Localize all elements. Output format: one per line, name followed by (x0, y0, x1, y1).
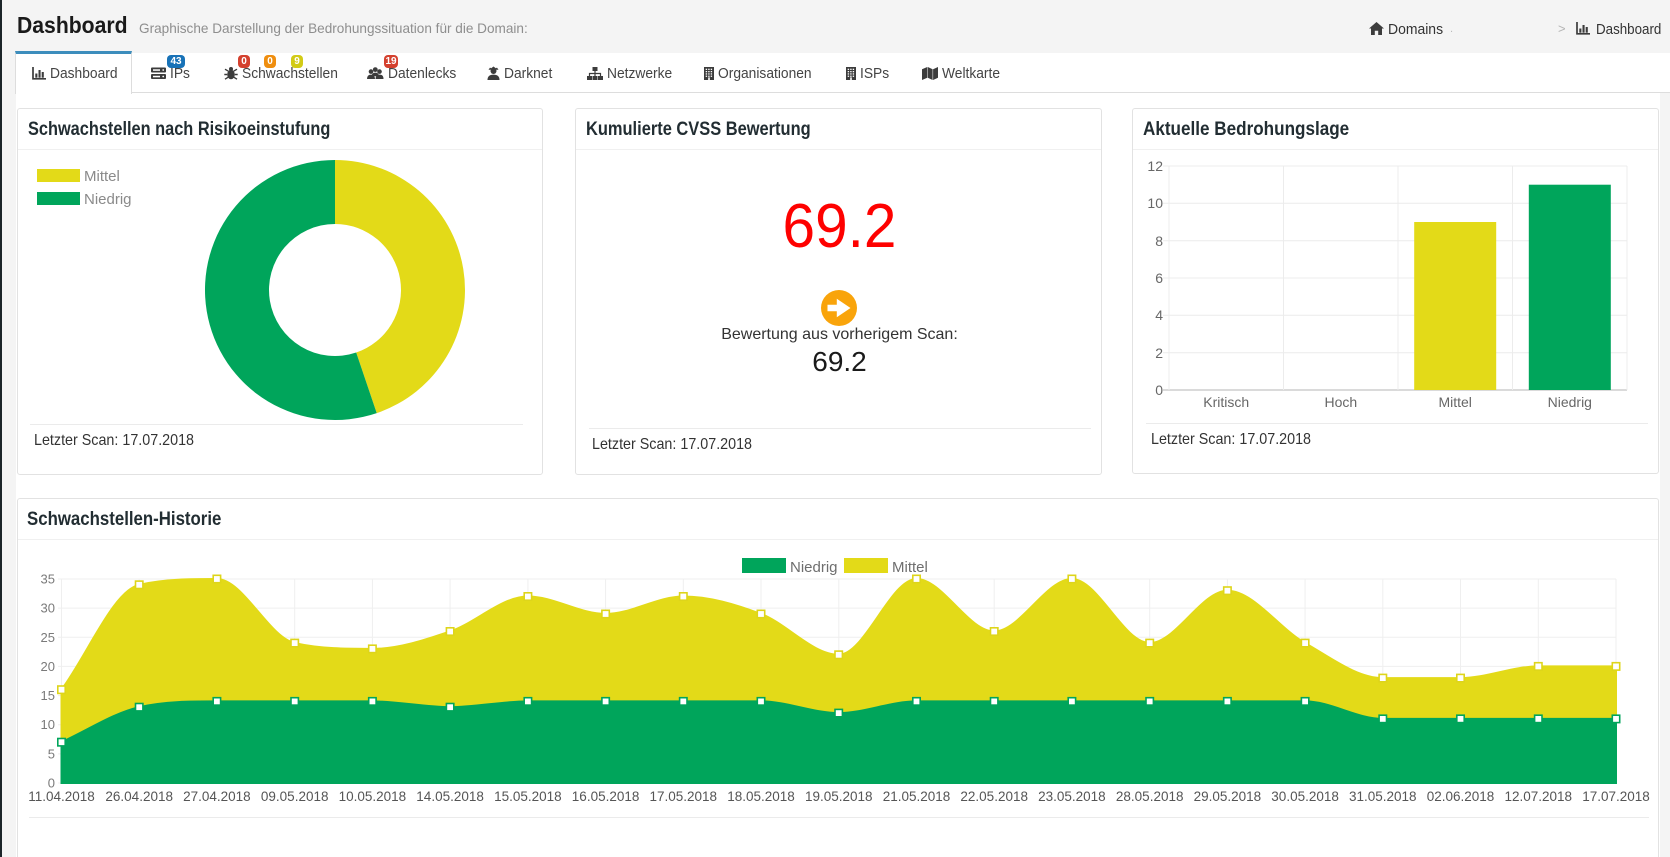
svg-text:22.05.2018: 22.05.2018 (960, 789, 1028, 804)
svg-text:30: 30 (41, 601, 55, 616)
svg-text:5: 5 (48, 746, 55, 761)
svg-text:6: 6 (1155, 270, 1163, 286)
svg-text:20: 20 (41, 659, 55, 674)
svg-text:10.05.2018: 10.05.2018 (339, 789, 407, 804)
svg-text:21.05.2018: 21.05.2018 (883, 789, 951, 804)
svg-text:02.06.2018: 02.06.2018 (1427, 789, 1495, 804)
svg-text:Mittel: Mittel (1438, 394, 1471, 410)
svg-text:4: 4 (1155, 307, 1163, 323)
svg-text:19.05.2018: 19.05.2018 (805, 789, 873, 804)
svg-text:09.05.2018: 09.05.2018 (261, 789, 329, 804)
svg-text:11.04.2018: 11.04.2018 (28, 789, 95, 804)
svg-text:18.05.2018: 18.05.2018 (727, 789, 795, 804)
svg-text:Kritisch: Kritisch (1203, 394, 1249, 410)
svg-text:Hoch: Hoch (1324, 394, 1357, 410)
svg-text:17.05.2018: 17.05.2018 (650, 789, 718, 804)
svg-text:14.05.2018: 14.05.2018 (416, 789, 484, 804)
svg-text:Niedrig: Niedrig (1548, 394, 1592, 410)
svg-text:15: 15 (41, 688, 55, 703)
svg-text:10: 10 (1147, 195, 1163, 211)
svg-text:15.05.2018: 15.05.2018 (494, 789, 562, 804)
svg-text:29.05.2018: 29.05.2018 (1194, 789, 1262, 804)
svg-text:27.04.2018: 27.04.2018 (183, 789, 251, 804)
svg-text:26.04.2018: 26.04.2018 (105, 789, 173, 804)
svg-text:2: 2 (1155, 345, 1163, 361)
svg-text:17.07.2018: 17.07.2018 (1582, 789, 1650, 804)
svg-text:28.05.2018: 28.05.2018 (1116, 789, 1184, 804)
svg-text:31.05.2018: 31.05.2018 (1349, 789, 1417, 804)
svg-text:12.07.2018: 12.07.2018 (1505, 789, 1573, 804)
svg-text:25: 25 (41, 630, 55, 645)
svg-text:12: 12 (1147, 158, 1163, 174)
svg-text:0: 0 (1155, 382, 1163, 398)
svg-text:8: 8 (1155, 233, 1163, 249)
svg-text:10: 10 (41, 717, 55, 732)
svg-text:23.05.2018: 23.05.2018 (1038, 789, 1106, 804)
svg-text:30.05.2018: 30.05.2018 (1271, 789, 1339, 804)
svg-text:35: 35 (41, 572, 55, 587)
svg-text:16.05.2018: 16.05.2018 (572, 789, 640, 804)
